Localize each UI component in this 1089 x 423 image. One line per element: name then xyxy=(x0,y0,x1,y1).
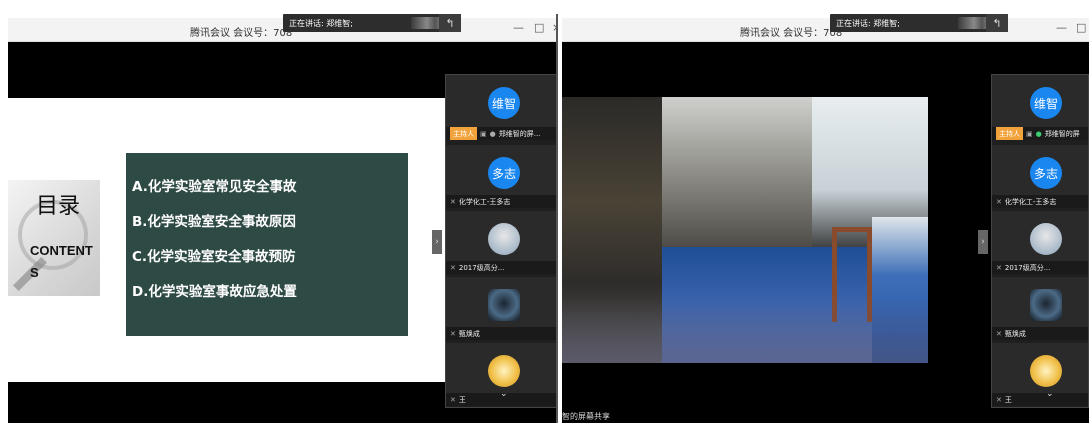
speaking-text: 正在讲话: 郑维智; xyxy=(836,18,900,28)
host-badge: 主持人 xyxy=(996,127,1023,140)
participant-name: 甄焕成 xyxy=(1004,329,1026,338)
mic-muted-icon: ✕ xyxy=(450,263,456,272)
left-margin xyxy=(0,0,8,423)
avatar xyxy=(1030,355,1062,387)
contents-text: CONTENT S xyxy=(30,243,93,280)
maximize-button[interactable]: □ xyxy=(1076,21,1086,34)
participant-name: 化学化工-王多志 xyxy=(458,197,511,206)
participant-label: ✕ 王 xyxy=(992,393,1088,406)
avatar xyxy=(1030,223,1062,255)
screen-share-caption: 智的屏幕共享 xyxy=(562,412,610,421)
participant-name: 郑维智的屏... xyxy=(498,129,541,138)
avatar xyxy=(1030,289,1062,321)
toc-item: B.化学实验室安全事故原因 xyxy=(132,214,296,230)
window-title: 腾讯会议 会议号：708 xyxy=(190,28,293,39)
participant-label: ✕ 甄焕成 xyxy=(446,327,558,340)
avatar xyxy=(488,223,520,255)
shared-slide: 目录 CONTENT S A.化学实验室常见安全事故 B.化学实验室安全事故原因… xyxy=(8,98,445,382)
minimize-button[interactable]: — xyxy=(1056,21,1067,34)
maximize-button[interactable]: □ xyxy=(534,21,544,34)
back-button[interactable]: ↰ xyxy=(986,14,1008,32)
contents-graphic: 目录 CONTENT S xyxy=(8,180,100,296)
toc-item: D.化学实验室事故应急处置 xyxy=(132,284,297,300)
screen-share-icon: ▣ xyxy=(480,129,487,138)
chevron-down-icon[interactable]: ⌄ xyxy=(1046,389,1054,399)
participant-name: 郑维智的屏 xyxy=(1044,129,1080,138)
meeting-window-1: 腾讯会议 会议号：708 — □ × 目录 CONTENT S A.化学实验室常… xyxy=(8,18,558,423)
mic-muted-icon: ✕ xyxy=(450,329,456,338)
host-badge: 主持人 xyxy=(450,127,477,140)
mic-icon: ● xyxy=(1035,129,1042,138)
participant-label: ✕ 化学化工-王多志 xyxy=(992,195,1088,208)
participant-name: 王 xyxy=(458,395,466,404)
shared-photo xyxy=(562,97,928,363)
participant-name: 2017级高分... xyxy=(458,263,505,272)
avatar: 多志 xyxy=(488,157,520,189)
avatar xyxy=(488,355,520,387)
window-title: 腾讯会议 会议号：708 xyxy=(740,28,843,39)
title-bar: 腾讯会议 会议号：708 — □ xyxy=(562,18,1089,42)
participant-label: ✕ 2017级高分... xyxy=(446,261,558,274)
contents-label: CONTENT S xyxy=(30,240,93,284)
back-button[interactable]: ↰ xyxy=(439,14,461,32)
expand-arrow-icon[interactable]: › xyxy=(432,230,442,254)
mic-icon: ● xyxy=(489,129,496,138)
toc-panel: A.化学实验室常见安全事故 B.化学实验室安全事故原因 C.化学实验室安全事故预… xyxy=(126,153,408,336)
chevron-down-icon[interactable]: ⌄ xyxy=(500,389,508,399)
participant-panel: 维智 主持人 ▣ ● 郑维智的屏... 多志 ✕ 化学化工-王多志 ✕ 2017… xyxy=(445,74,558,408)
participant-name: 2017级高分... xyxy=(1004,263,1051,272)
participant-label: ✕ 2017级高分... xyxy=(992,261,1088,274)
participant-name: 化学化工-王多志 xyxy=(1004,197,1057,206)
participant-name: 王 xyxy=(1004,395,1012,404)
mic-muted-icon: ✕ xyxy=(996,329,1002,338)
participant-label: ✕ 化学化工-王多志 xyxy=(446,195,558,208)
mic-muted-icon: ✕ xyxy=(996,197,1002,206)
speaking-indicator: 正在讲话: 郑维智; ↰ xyxy=(283,14,461,32)
avatar: 多志 xyxy=(1030,157,1062,189)
avatar: 维智 xyxy=(488,87,520,119)
avatar xyxy=(488,289,520,321)
mic-muted-icon: ✕ xyxy=(450,197,456,206)
mic-muted-icon: ✕ xyxy=(996,395,1002,404)
mulu-title: 目录 xyxy=(36,194,81,219)
expand-arrow-icon[interactable]: › xyxy=(978,230,988,254)
participant-label: ✕ 甄焕成 xyxy=(992,327,1088,340)
participant-panel: 维智 主持人 ▣ ● 郑维智的屏 多志 ✕ 化学化工-王多志 ✕ 2017级高分… xyxy=(991,74,1089,408)
toc-item: A.化学实验室常见安全事故 xyxy=(132,179,297,195)
speaking-text: 正在讲话: 郑维智; xyxy=(289,18,353,28)
toc-item: C.化学实验室安全事故预防 xyxy=(132,249,296,265)
mic-muted-icon: ✕ xyxy=(996,263,1002,272)
meeting-window-2: 腾讯会议 会议号：708 — □ › 维智 主持人 ▣ ● 郑维智的屏 多志 ✕… xyxy=(562,18,1089,423)
mic-muted-icon: ✕ xyxy=(450,395,456,404)
participant-label: 主持人 ▣ ● 郑维智的屏... xyxy=(446,127,558,140)
participant-label: 主持人 ▣ ● 郑维智的屏 xyxy=(992,127,1088,140)
avatar: 维智 xyxy=(1030,87,1062,119)
participant-name: 甄焕成 xyxy=(458,329,480,338)
speaking-indicator: 正在讲话: 郑维智; ↰ xyxy=(830,14,1008,32)
screen-share-icon: ▣ xyxy=(1026,129,1033,138)
minimize-button[interactable]: — xyxy=(513,21,524,34)
